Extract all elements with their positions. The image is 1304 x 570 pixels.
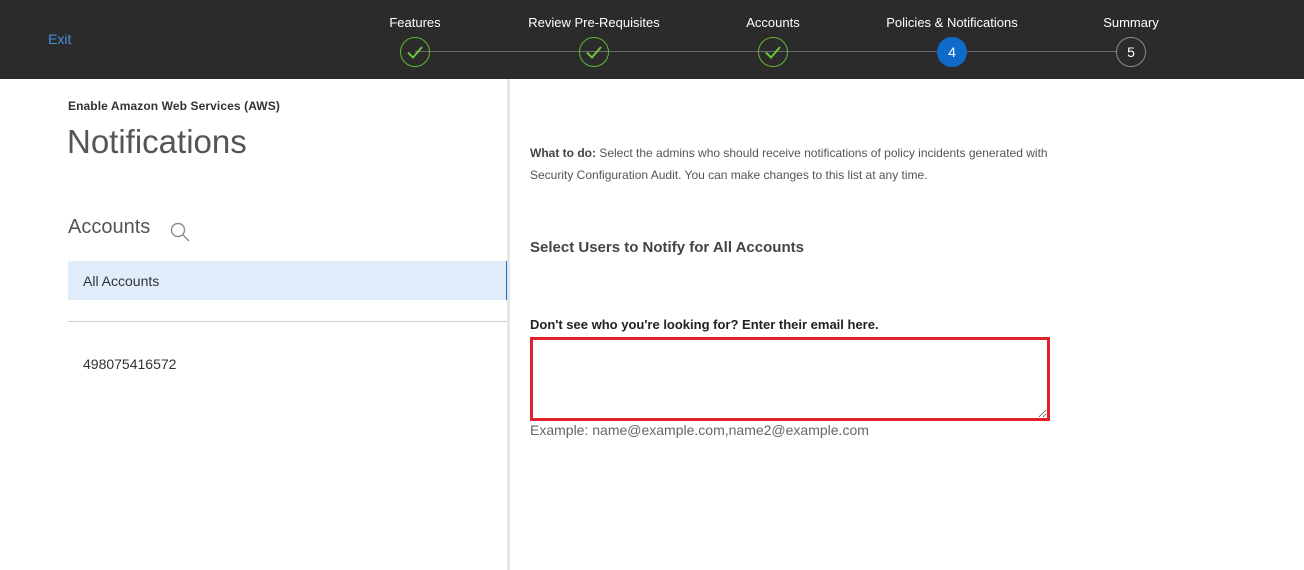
divider bbox=[68, 321, 507, 322]
step-policies-notifications[interactable]: Policies & Notifications 4 bbox=[862, 0, 1042, 79]
step-number: 5 bbox=[1116, 37, 1146, 67]
wizard-header: Exit Features Review Pre-Requisites Acco… bbox=[0, 0, 1304, 79]
section-heading: Select Users to Notify for All Accounts bbox=[530, 239, 804, 256]
step-label: Summary bbox=[1103, 15, 1159, 30]
check-icon bbox=[400, 37, 430, 67]
account-label: All Accounts bbox=[83, 273, 160, 289]
accounts-heading: Accounts bbox=[68, 216, 151, 238]
step-label: Policies & Notifications bbox=[886, 15, 1018, 30]
instructions-text: What to do: Select the admins who should… bbox=[530, 142, 1050, 186]
wizard-stepper: Features Review Pre-Requisites Accounts … bbox=[0, 0, 1304, 79]
step-features[interactable]: Features bbox=[325, 0, 505, 79]
step-accounts[interactable]: Accounts bbox=[683, 0, 863, 79]
instructions-label: What to do: bbox=[530, 146, 596, 160]
check-icon bbox=[758, 37, 788, 67]
main-panel: What to do: Select the admins who should… bbox=[510, 79, 1304, 570]
check-icon bbox=[579, 37, 609, 67]
account-item-all-accounts[interactable]: All Accounts bbox=[68, 261, 510, 300]
step-label: Features bbox=[389, 15, 441, 30]
step-summary[interactable]: Summary 5 bbox=[1041, 0, 1221, 79]
step-label: Review Pre-Requisites bbox=[528, 15, 660, 30]
email-field-highlight bbox=[530, 337, 1050, 421]
page-subtitle: Enable Amazon Web Services (AWS) bbox=[68, 99, 280, 113]
step-label: Accounts bbox=[746, 15, 800, 30]
email-field-label: Don't see who you're looking for? Enter … bbox=[530, 317, 879, 332]
search-icon[interactable] bbox=[169, 221, 191, 243]
account-label: 498075416572 bbox=[83, 356, 177, 372]
email-example-hint: Example: name@example.com,name2@example.… bbox=[530, 422, 869, 438]
page-title: Notifications bbox=[67, 123, 247, 160]
account-item[interactable]: 498075416572 bbox=[68, 349, 507, 379]
step-number: 4 bbox=[937, 37, 967, 67]
instructions-body: Select the admins who should receive not… bbox=[530, 146, 1048, 182]
email-field[interactable] bbox=[533, 340, 1047, 418]
left-panel: Enable Amazon Web Services (AWS) Notific… bbox=[0, 79, 510, 570]
step-review-prerequisites[interactable]: Review Pre-Requisites bbox=[504, 0, 684, 79]
